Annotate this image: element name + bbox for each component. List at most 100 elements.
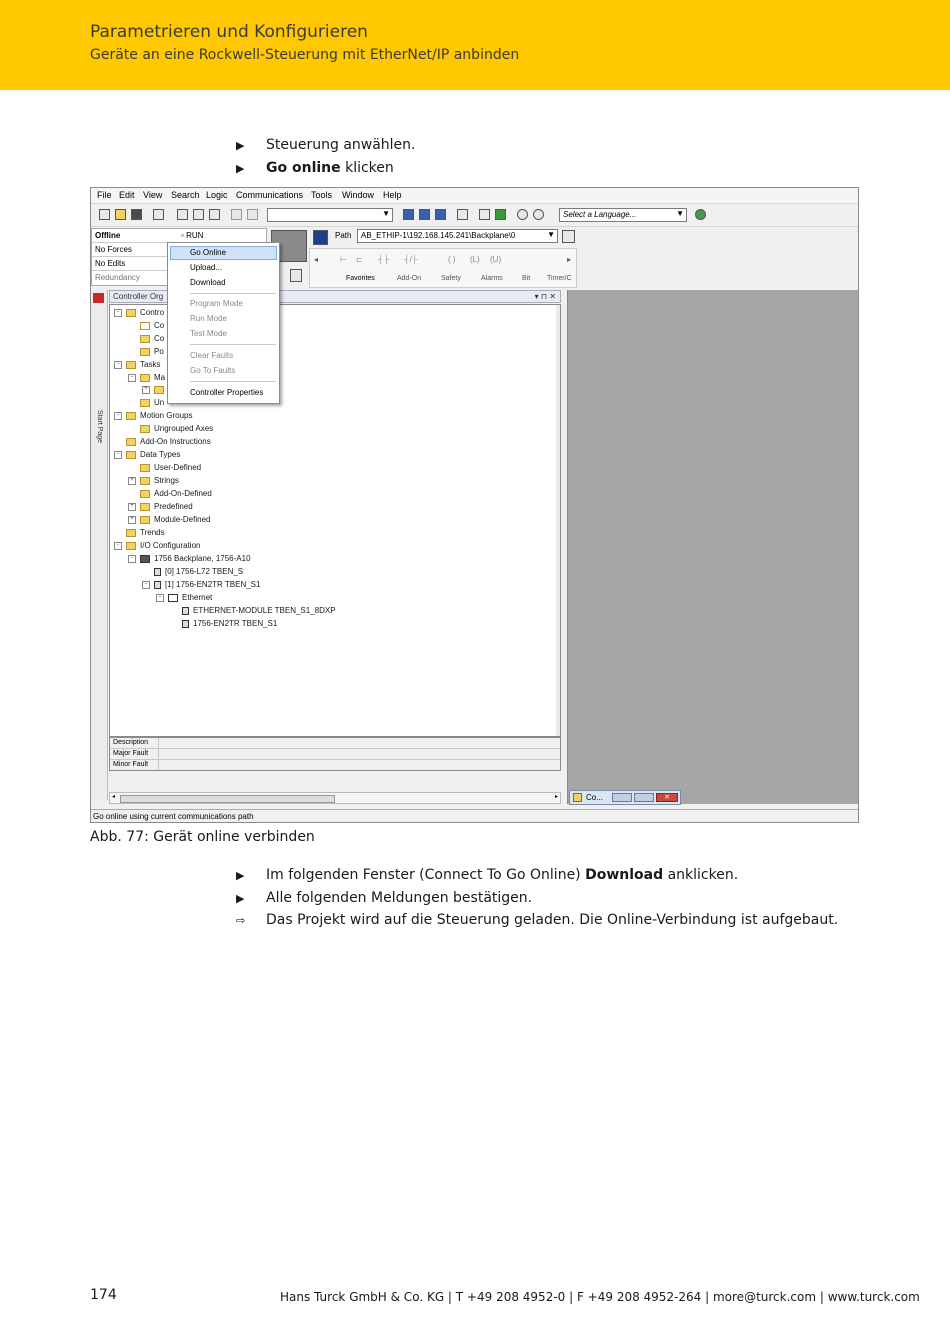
vertical-scrollbar[interactable] — [556, 305, 560, 736]
close-icon[interactable] — [93, 293, 104, 303]
horizontal-scrollbar[interactable]: ◂ ▸ — [109, 792, 561, 804]
scroll-right-icon[interactable]: ▸ — [567, 255, 571, 264]
tree-node[interactable]: + Module-Defined — [128, 515, 210, 524]
save-icon[interactable] — [131, 209, 142, 220]
datatype-icon — [140, 476, 150, 485]
redo-icon[interactable] — [247, 209, 258, 220]
close-icon[interactable]: ✕ — [656, 793, 678, 802]
menu-item-go-to-faults[interactable]: Go To Faults — [190, 366, 235, 375]
search-combo[interactable]: ▼ — [267, 208, 393, 222]
tree-node[interactable]: Add-On Instructions — [126, 437, 211, 446]
menu-help[interactable]: Help — [383, 190, 402, 200]
zoom-in-icon[interactable] — [517, 209, 528, 220]
tree-node[interactable]: + Predefined — [128, 502, 193, 511]
branch-icon[interactable]: ⊏ — [356, 255, 363, 264]
module-icon — [154, 567, 161, 576]
scroll-left-icon[interactable]: ◂ — [112, 793, 115, 800]
copy-icon[interactable] — [193, 209, 204, 220]
find-next-icon[interactable] — [419, 209, 430, 220]
tab-bit[interactable]: Bit — [522, 275, 530, 282]
path-combo[interactable]: AB_ETHIP-1\192.168.145.241\Backplane\0 ▼ — [357, 229, 558, 243]
who-active-icon[interactable] — [562, 230, 575, 243]
tree-node[interactable]: Co — [140, 334, 164, 343]
pane-controls[interactable]: ▾ ⊓ ✕ — [535, 291, 556, 302]
tree-node[interactable]: + Strings — [128, 476, 179, 485]
xic-icon[interactable]: ┤├ — [378, 255, 389, 264]
zoom-out-icon[interactable] — [533, 209, 544, 220]
tree-node[interactable]: + — [142, 385, 168, 394]
minimized-window[interactable]: Co... ✕ — [569, 790, 681, 805]
tree-node[interactable]: ETHERNET-MODULE TBEN_S1_8DXP — [182, 606, 336, 615]
tree-node[interactable]: User-Defined — [140, 463, 201, 472]
menu-logic[interactable]: Logic — [206, 190, 228, 200]
tree-node[interactable]: Add-On-Defined — [140, 489, 212, 498]
restore-icon[interactable] — [612, 793, 632, 802]
verify-icon[interactable] — [457, 209, 468, 220]
tree-node[interactable]: [0] 1756-L72 TBEN_S — [154, 567, 243, 576]
replace-icon[interactable] — [435, 209, 446, 220]
tree-node[interactable]: Un — [140, 398, 164, 407]
keyswitch-toggle-icon[interactable] — [290, 269, 302, 282]
tree-node[interactable]: - Contro — [114, 308, 164, 317]
tree-node[interactable]: Po — [140, 347, 164, 356]
menu-item-go-online[interactable]: Go Online — [190, 248, 226, 257]
new-icon[interactable] — [99, 209, 110, 220]
scroll-thumb[interactable] — [120, 795, 335, 803]
tree-node[interactable]: - 1756 Backplane, 1756-A10 — [128, 554, 251, 563]
menu-item-test-mode[interactable]: Test Mode — [190, 329, 227, 338]
xio-icon[interactable]: ┤/├ — [404, 255, 418, 264]
expand-icon: + — [128, 515, 136, 524]
menu-file[interactable]: File — [97, 190, 112, 200]
print-icon[interactable] — [153, 209, 164, 220]
open-icon[interactable] — [115, 209, 126, 220]
otl-icon[interactable]: (L) — [470, 255, 480, 264]
maximize-icon[interactable] — [634, 793, 654, 802]
tree-node[interactable]: Co — [140, 321, 164, 330]
menu-item-controller-properties[interactable]: Controller Properties — [190, 388, 263, 397]
find-icon[interactable] — [403, 209, 414, 220]
tree-node[interactable]: - Ma — [128, 373, 165, 382]
rung-icon[interactable]: ⊢ — [340, 255, 347, 264]
tree-node[interactable]: Trends — [126, 528, 165, 537]
language-select[interactable]: Select a Language... ▼ — [559, 208, 687, 222]
undo-icon[interactable] — [231, 209, 242, 220]
tree-node[interactable]: - Ethernet — [156, 593, 212, 602]
tree-node[interactable]: - [1] 1756-EN2TR TBEN_S1 — [142, 580, 260, 589]
paste-icon[interactable] — [209, 209, 220, 220]
menu-item-upload[interactable]: Upload... — [190, 263, 222, 272]
tree-node[interactable]: - Data Types — [114, 450, 180, 459]
menu-window[interactable]: Window — [342, 190, 374, 200]
tree-node[interactable]: 1756-EN2TR TBEN_S1 — [182, 619, 277, 628]
menu-view[interactable]: View — [143, 190, 162, 200]
tab-favorites[interactable]: Favorites — [346, 275, 375, 282]
folder-icon — [140, 424, 150, 433]
offline-status[interactable]: Offline — [92, 229, 268, 243]
globe-icon[interactable] — [695, 209, 706, 220]
menu-edit[interactable]: Edit — [119, 190, 135, 200]
tree-node[interactable]: - I/O Configuration — [114, 541, 200, 550]
tab-timer[interactable]: Timer/C — [547, 275, 572, 282]
datatype-icon — [140, 502, 150, 511]
menu-item-program-mode[interactable]: Program Mode — [190, 299, 243, 308]
tree-node[interactable]: - Tasks — [114, 360, 160, 369]
scroll-left-icon[interactable]: ◂ — [314, 255, 318, 264]
cut-icon[interactable] — [177, 209, 188, 220]
tab-safety[interactable]: Safety — [441, 275, 461, 282]
controller-icon[interactable] — [495, 209, 506, 220]
tree-node[interactable]: Ungrouped Axes — [140, 424, 213, 433]
tab-alarms[interactable]: Alarms — [481, 275, 503, 282]
network-icon[interactable] — [313, 230, 328, 245]
start-page-tab[interactable]: Start Page — [93, 410, 103, 443]
tab-add-on[interactable]: Add-On — [397, 275, 421, 282]
tree-node[interactable]: - Motion Groups — [114, 411, 192, 420]
menu-item-run-mode[interactable]: Run Mode — [190, 314, 227, 323]
otu-icon[interactable]: (U) — [490, 255, 501, 264]
menu-communications[interactable]: Communications — [236, 190, 303, 200]
ote-icon[interactable]: ( ) — [448, 255, 456, 264]
scroll-right-icon[interactable]: ▸ — [555, 793, 558, 800]
menu-item-download[interactable]: Download — [190, 278, 226, 287]
menu-tools[interactable]: Tools — [311, 190, 332, 200]
routine-icon[interactable] — [479, 209, 490, 220]
menu-item-clear-faults[interactable]: Clear Faults — [190, 351, 233, 360]
menu-search[interactable]: Search — [171, 190, 200, 200]
